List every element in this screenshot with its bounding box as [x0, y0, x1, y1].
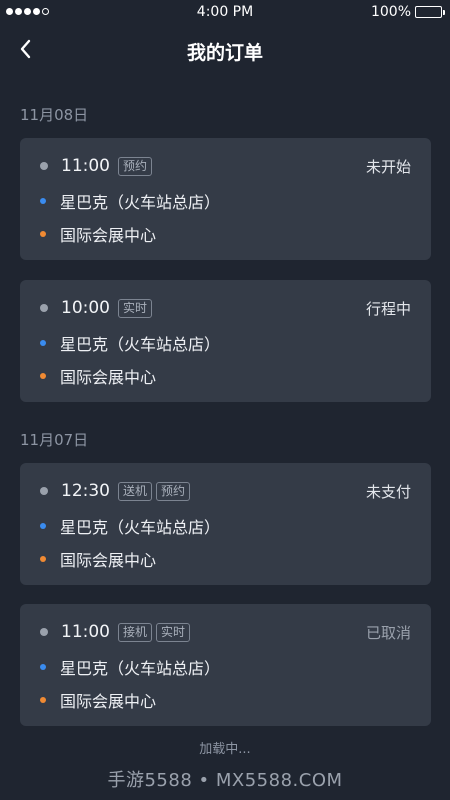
date-header: 11月08日 — [20, 106, 89, 124]
destination-dot-icon — [40, 556, 46, 562]
navigation-bar: 我的订单 — [0, 24, 450, 76]
date-header: 11月07日 — [20, 431, 89, 449]
order-time-row: 11:00 预约 — [40, 156, 156, 176]
order-status: 行程中 — [365, 300, 411, 318]
destination-dot-icon — [40, 697, 46, 703]
origin-address: 星巴克（火车站总店） — [60, 518, 221, 537]
order-tag: 送机 — [118, 481, 153, 501]
loading-indicator: 加载中... — [199, 742, 251, 757]
destination-address: 国际会展中心 — [60, 692, 157, 711]
page-title: 我的订单 — [186, 42, 263, 64]
origin-row: 星巴克（火车站总店） — [40, 189, 220, 213]
order-status: 已取消 — [365, 624, 411, 642]
order-tag: 预约 — [118, 156, 153, 176]
order-time: 12:30 — [61, 481, 110, 501]
battery-indicator: 100% — [370, 4, 445, 20]
order-time-row: 11:00 接机 实时 — [40, 622, 194, 642]
clock-dot-icon — [40, 628, 48, 636]
destination-address: 国际会展中心 — [60, 226, 157, 245]
order-status: 未支付 — [365, 483, 411, 501]
origin-dot-icon — [40, 340, 46, 346]
order-tag: 实时 — [156, 622, 191, 642]
destination-row: 国际会展中心 — [40, 547, 156, 571]
order-card[interactable]: 11:00 预约 未开始 星巴克（火车站总店） 国际会展中心 — [20, 138, 431, 260]
order-card[interactable]: 10:00 实时 行程中 星巴克（火车站总店） 国际会展中心 — [20, 280, 431, 402]
order-tag: 实时 — [118, 298, 153, 318]
clock-dot-icon — [40, 487, 48, 495]
status-bar: 4:00 PM 100% — [0, 0, 450, 24]
origin-address: 星巴克（火车站总店） — [60, 335, 221, 354]
destination-dot-icon — [40, 373, 46, 379]
order-time-row: 10:00 实时 — [40, 298, 156, 318]
order-time-row: 12:30 送机 预约 — [40, 481, 194, 501]
battery-icon — [415, 6, 445, 18]
destination-row: 国际会展中心 — [40, 688, 156, 712]
destination-dot-icon — [40, 231, 46, 237]
origin-dot-icon — [40, 523, 46, 529]
origin-address: 星巴克（火车站总店） — [60, 193, 221, 212]
origin-row: 星巴克（火车站总店） — [40, 655, 220, 679]
order-time: 11:00 — [61, 622, 110, 642]
order-time: 11:00 — [61, 156, 110, 176]
destination-row: 国际会展中心 — [40, 222, 156, 246]
clock-dot-icon — [40, 304, 48, 312]
order-card[interactable]: 11:00 接机 实时 已取消 星巴克（火车站总店） 国际会展中心 — [20, 604, 431, 726]
watermark: 手游5588 • MX5588.COM — [107, 770, 343, 791]
origin-dot-icon — [40, 664, 46, 670]
battery-percent: 100% — [370, 4, 411, 20]
destination-row: 国际会展中心 — [40, 364, 156, 388]
origin-dot-icon — [40, 198, 46, 204]
destination-address: 国际会展中心 — [60, 368, 157, 387]
clock-dot-icon — [40, 162, 48, 170]
order-status: 未开始 — [365, 158, 411, 176]
order-card[interactable]: 12:30 送机 预约 未支付 星巴克（火车站总店） 国际会展中心 — [20, 463, 431, 585]
origin-row: 星巴克（火车站总店） — [40, 514, 220, 538]
order-time: 10:00 — [61, 298, 110, 318]
origin-address: 星巴克（火车站总店） — [60, 659, 221, 678]
destination-address: 国际会展中心 — [60, 551, 157, 570]
order-tag: 预约 — [156, 481, 191, 501]
origin-row: 星巴克（火车站总店） — [40, 331, 220, 355]
order-tag: 接机 — [118, 622, 153, 642]
